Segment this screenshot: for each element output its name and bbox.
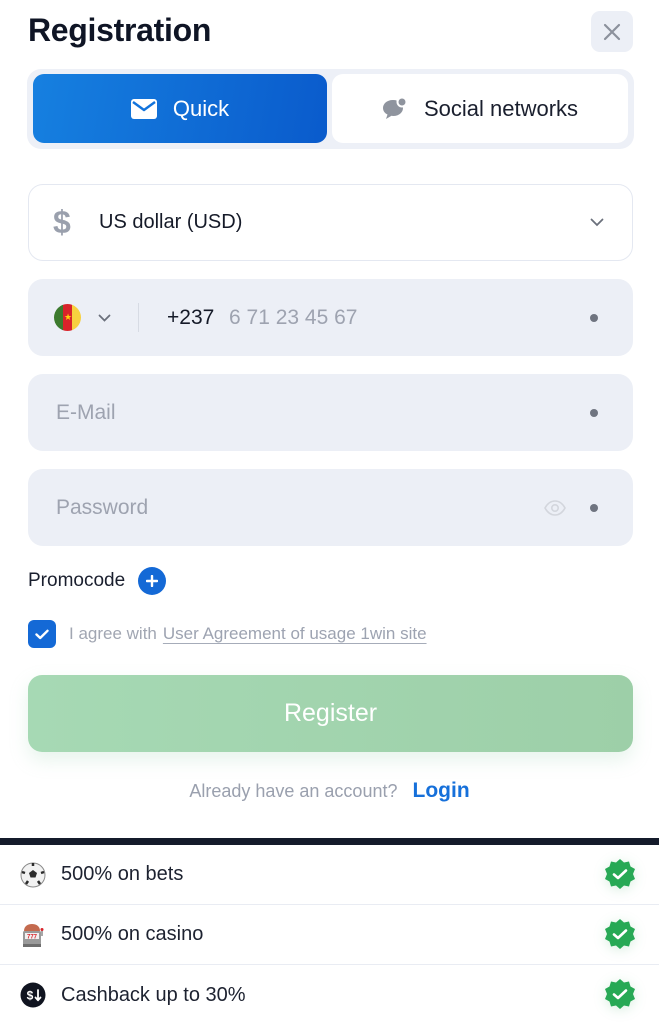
close-icon: [603, 23, 621, 40]
list-item: 500% on bets: [0, 845, 659, 905]
login-row: Already have an account? Login: [0, 779, 659, 803]
envelope-icon: [130, 98, 157, 119]
password-input[interactable]: [56, 495, 526, 520]
tab-quick-label: Quick: [172, 95, 230, 121]
required-indicator: [590, 313, 598, 322]
agreement-row: I agree with User Agreement of usage 1wi…: [28, 620, 427, 648]
eye-icon[interactable]: [544, 499, 566, 516]
country-chevron-down-icon[interactable]: [98, 314, 111, 322]
required-indicator: [590, 408, 598, 417]
add-promocode-button[interactable]: [138, 567, 167, 595]
email-field: [28, 374, 633, 451]
svg-text:$: $: [26, 989, 33, 1003]
currency-value: US dollar (USD): [99, 211, 243, 233]
phone-country-code: +237: [167, 305, 215, 329]
bonus-text: 500% on casino: [61, 923, 204, 945]
page-title: Registration: [28, 12, 212, 48]
bonus-text: 500% on bets: [61, 863, 184, 885]
registration-tabs: Quick Social networks: [27, 69, 634, 149]
cameroon-flag-icon[interactable]: ★: [54, 304, 81, 331]
verified-check-icon: [605, 918, 635, 949]
section-divider: [0, 838, 659, 845]
dollar-icon: $: [53, 204, 71, 240]
login-prompt: Already have an account?: [189, 781, 398, 801]
login-link[interactable]: Login: [413, 779, 470, 802]
promocode-row: Promocode: [28, 567, 167, 595]
plus-icon: [146, 575, 159, 587]
chat-bubble-icon: [382, 96, 408, 121]
email-input[interactable]: [56, 400, 526, 425]
phone-input[interactable]: [229, 305, 549, 330]
list-item: 777 500% on casino: [0, 905, 659, 965]
soccer-ball-icon: [19, 861, 46, 888]
registration-modal: Registration Quick Social networks $ US …: [0, 0, 659, 838]
phone-divider: [138, 303, 139, 332]
bonus-list: 500% on bets 777 500% on casino $ Cashba…: [0, 845, 659, 1024]
tab-quick[interactable]: Quick: [33, 74, 327, 143]
user-agreement-link[interactable]: User Agreement of usage 1win site: [163, 624, 427, 644]
svg-text:777: 777: [26, 934, 37, 940]
close-button[interactable]: [591, 11, 633, 52]
tab-social-label: Social networks: [423, 95, 579, 121]
chevron-down-icon: [590, 218, 604, 227]
currency-select[interactable]: $ US dollar (USD): [28, 184, 633, 261]
promocode-label: Promocode: [28, 570, 126, 591]
tab-social-networks[interactable]: Social networks: [332, 74, 628, 143]
list-item: $ Cashback up to 30%: [0, 965, 659, 1025]
phone-field: ★ +237: [28, 279, 633, 356]
cashback-icon: $: [19, 982, 46, 1009]
verified-check-icon: [605, 858, 635, 889]
bonus-text: Cashback up to 30%: [61, 983, 246, 1006]
register-button[interactable]: Register: [28, 675, 633, 752]
password-field: [28, 469, 633, 546]
required-indicator: [590, 503, 598, 512]
checkmark-icon: [35, 629, 49, 639]
verified-check-icon: [605, 979, 635, 1009]
slot-machine-icon: 777: [19, 921, 46, 948]
agreement-checkbox[interactable]: [28, 620, 56, 648]
agreement-text: I agree with: [69, 624, 157, 643]
